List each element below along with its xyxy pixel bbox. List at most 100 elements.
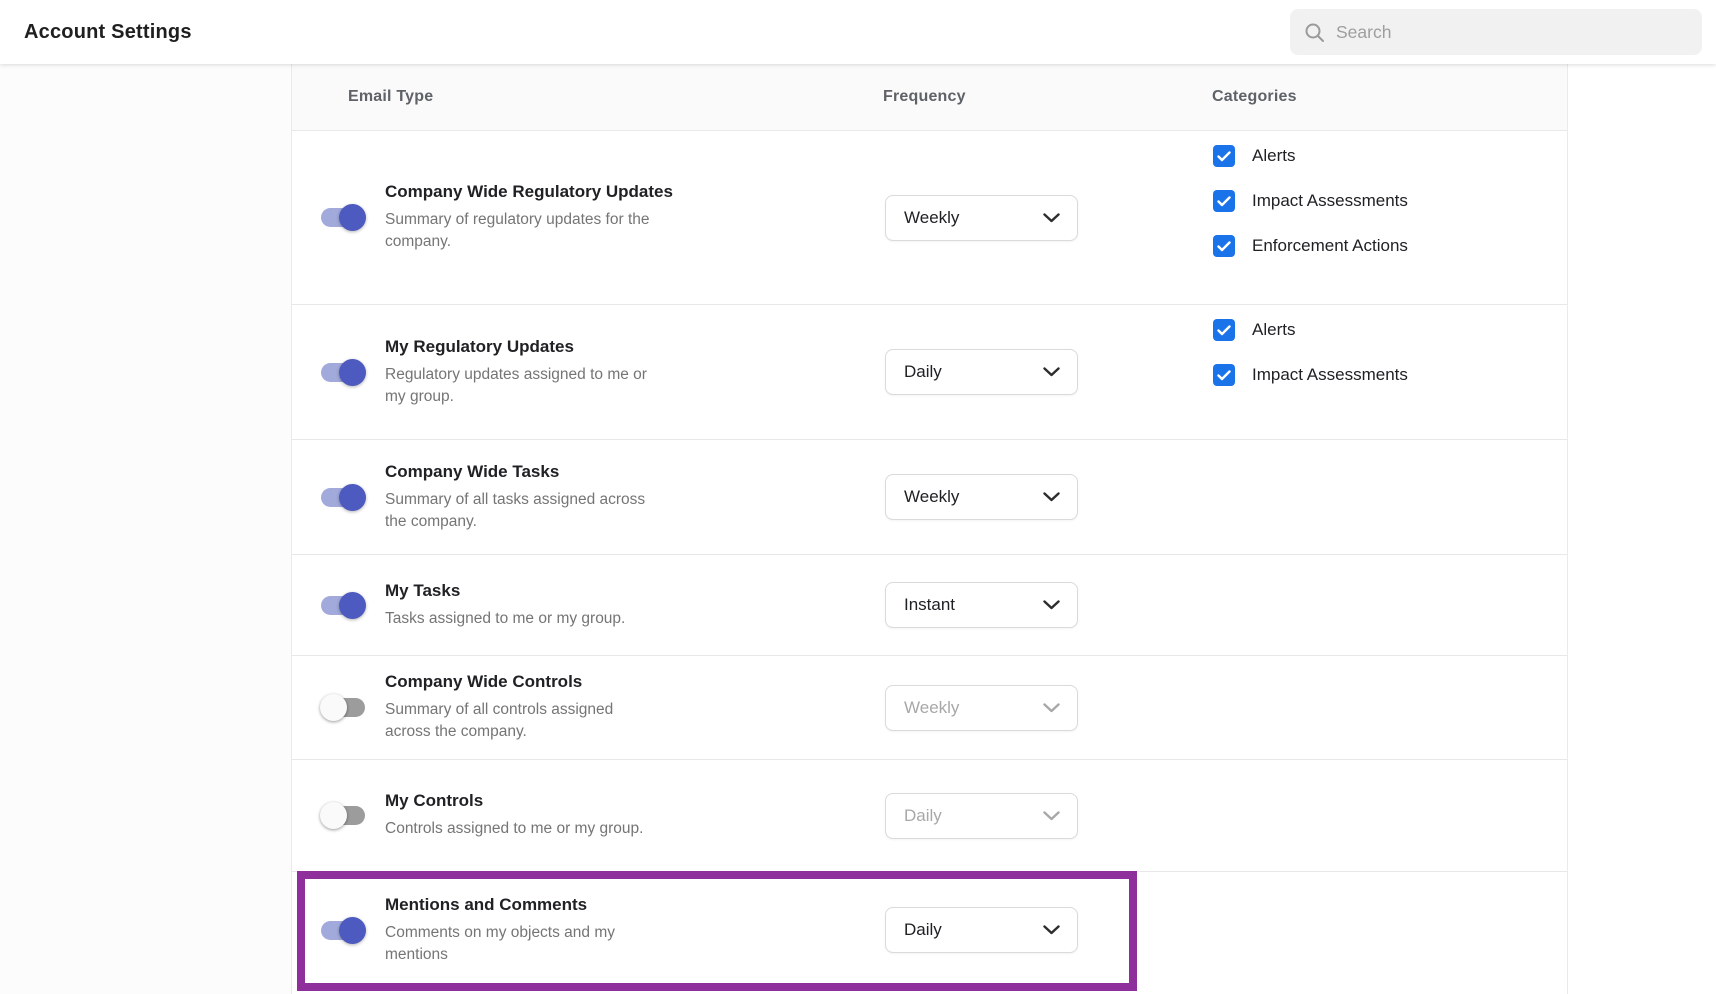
left-panel bbox=[0, 64, 292, 994]
category-option: Alerts bbox=[1213, 145, 1567, 167]
chevron-down-icon bbox=[1043, 703, 1060, 713]
email-type-description: Summary of regulatory updates for the co… bbox=[385, 209, 657, 253]
email-settings-table: Email Type Frequency Categories Company … bbox=[292, 64, 1568, 994]
toggle-cell bbox=[320, 802, 385, 829]
categories-cell bbox=[1213, 872, 1567, 886]
category-label: Alerts bbox=[1252, 320, 1295, 340]
email-type-cell: My Controls Controls assigned to me or m… bbox=[385, 791, 885, 840]
categories-cell bbox=[1213, 760, 1567, 774]
chevron-down-icon bbox=[1043, 600, 1060, 610]
email-type-description: Regulatory updates assigned to me or my … bbox=[385, 364, 657, 408]
email-type-title: My Regulatory Updates bbox=[385, 337, 885, 357]
table-row: My Tasks Tasks assigned to me or my grou… bbox=[292, 555, 1567, 656]
frequency-value: Daily bbox=[904, 806, 942, 826]
frequency-select[interactable]: Daily bbox=[885, 349, 1078, 395]
email-type-cell: Company Wide Tasks Summary of all tasks … bbox=[385, 462, 885, 533]
column-header-email-type: Email Type bbox=[348, 88, 883, 106]
frequency-value: Weekly bbox=[904, 698, 959, 718]
email-toggle[interactable] bbox=[320, 592, 366, 619]
category-option: Impact Assessments bbox=[1213, 190, 1567, 212]
email-toggle[interactable] bbox=[320, 359, 366, 386]
chevron-down-icon bbox=[1043, 367, 1060, 377]
frequency-cell: Instant bbox=[885, 582, 1213, 628]
toggle-thumb bbox=[339, 359, 366, 386]
toggle-thumb bbox=[339, 592, 366, 619]
checkbox-checked[interactable] bbox=[1213, 364, 1235, 386]
checkbox-checked[interactable] bbox=[1213, 190, 1235, 212]
check-icon bbox=[1217, 325, 1231, 336]
email-type-description: Controls assigned to me or my group. bbox=[385, 818, 657, 840]
frequency-select[interactable]: Weekly bbox=[885, 195, 1078, 241]
frequency-select[interactable]: Instant bbox=[885, 582, 1078, 628]
app-header: Account Settings bbox=[0, 0, 1716, 64]
email-toggle[interactable] bbox=[320, 694, 366, 721]
frequency-cell: Weekly bbox=[885, 195, 1213, 241]
table-row: Mentions and Comments Comments on my obj… bbox=[292, 872, 1567, 988]
search-icon bbox=[1304, 22, 1325, 43]
category-label: Alerts bbox=[1252, 146, 1295, 166]
frequency-value: Instant bbox=[904, 595, 955, 615]
toggle-thumb bbox=[339, 917, 366, 944]
email-type-cell: Company Wide Controls Summary of all con… bbox=[385, 672, 885, 743]
email-type-title: My Controls bbox=[385, 791, 885, 811]
toggle-cell bbox=[320, 484, 385, 511]
page-title: Account Settings bbox=[24, 21, 192, 44]
email-type-title: Company Wide Tasks bbox=[385, 462, 885, 482]
email-type-description: Summary of all tasks assigned across the… bbox=[385, 489, 657, 533]
email-type-title: Company Wide Controls bbox=[385, 672, 885, 692]
frequency-cell: Daily bbox=[885, 349, 1213, 395]
email-type-description: Comments on my objects and my mentions bbox=[385, 922, 657, 966]
email-type-cell: My Tasks Tasks assigned to me or my grou… bbox=[385, 581, 885, 630]
toggle-thumb bbox=[320, 694, 347, 721]
checkbox-checked[interactable] bbox=[1213, 319, 1235, 341]
column-header-categories: Categories bbox=[1212, 88, 1567, 106]
check-icon bbox=[1217, 241, 1231, 252]
categories-cell bbox=[1213, 440, 1567, 454]
frequency-cell: Weekly bbox=[885, 685, 1213, 731]
email-type-title: Company Wide Regulatory Updates bbox=[385, 182, 885, 202]
toggle-cell bbox=[320, 592, 385, 619]
toggle-thumb bbox=[320, 802, 347, 829]
toggle-cell bbox=[320, 204, 385, 231]
check-icon bbox=[1217, 370, 1231, 381]
email-type-cell: Mentions and Comments Comments on my obj… bbox=[385, 895, 885, 966]
categories-cell: Alerts Impact Assessments bbox=[1213, 305, 1567, 386]
category-label: Impact Assessments bbox=[1252, 191, 1408, 211]
email-type-description: Tasks assigned to me or my group. bbox=[385, 608, 657, 630]
search-box[interactable] bbox=[1290, 9, 1702, 55]
category-label: Impact Assessments bbox=[1252, 365, 1408, 385]
email-toggle[interactable] bbox=[320, 917, 366, 944]
frequency-select[interactable]: Daily bbox=[885, 907, 1078, 953]
table-row: Company Wide Controls Summary of all con… bbox=[292, 656, 1567, 760]
category-option: Enforcement Actions bbox=[1213, 235, 1567, 257]
email-type-cell: Company Wide Regulatory Updates Summary … bbox=[385, 182, 885, 253]
frequency-select[interactable]: Daily bbox=[885, 793, 1078, 839]
frequency-cell: Weekly bbox=[885, 474, 1213, 520]
email-toggle[interactable] bbox=[320, 802, 366, 829]
frequency-value: Weekly bbox=[904, 487, 959, 507]
email-type-cell: My Regulatory Updates Regulatory updates… bbox=[385, 337, 885, 408]
frequency-cell: Daily bbox=[885, 793, 1213, 839]
column-header-frequency: Frequency bbox=[883, 88, 1212, 106]
frequency-select[interactable]: Weekly bbox=[885, 474, 1078, 520]
checkbox-checked[interactable] bbox=[1213, 145, 1235, 167]
frequency-value: Weekly bbox=[904, 208, 959, 228]
table-row: Company Wide Tasks Summary of all tasks … bbox=[292, 440, 1567, 555]
frequency-value: Daily bbox=[904, 920, 942, 940]
toggle-cell bbox=[320, 917, 385, 944]
chevron-down-icon bbox=[1043, 213, 1060, 223]
chevron-down-icon bbox=[1043, 925, 1060, 935]
search-input[interactable] bbox=[1336, 22, 1688, 43]
check-icon bbox=[1217, 196, 1231, 207]
email-toggle[interactable] bbox=[320, 484, 366, 511]
email-toggle[interactable] bbox=[320, 204, 366, 231]
table-header: Email Type Frequency Categories bbox=[292, 64, 1567, 131]
categories-cell bbox=[1213, 656, 1567, 670]
category-option: Impact Assessments bbox=[1213, 364, 1567, 386]
category-option: Alerts bbox=[1213, 319, 1567, 341]
frequency-select[interactable]: Weekly bbox=[885, 685, 1078, 731]
email-type-title: My Tasks bbox=[385, 581, 885, 601]
checkbox-checked[interactable] bbox=[1213, 235, 1235, 257]
toggle-thumb bbox=[339, 484, 366, 511]
table-row: My Regulatory Updates Regulatory updates… bbox=[292, 305, 1567, 440]
